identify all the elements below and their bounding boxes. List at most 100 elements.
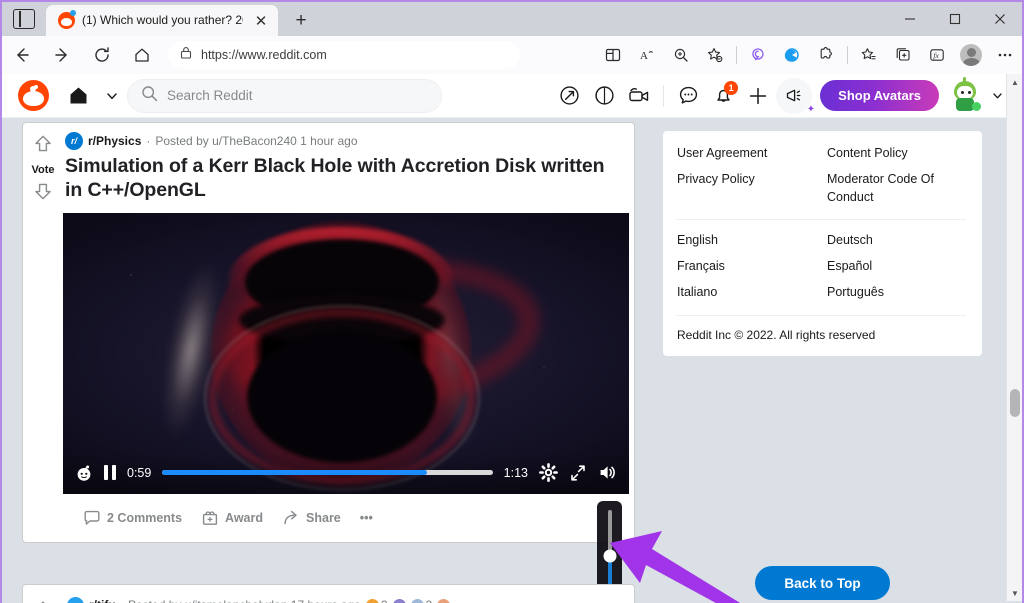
sidebar-divider-2 — [677, 315, 966, 316]
home-icon[interactable] — [59, 77, 97, 115]
read-aloud-icon[interactable]: A — [630, 38, 664, 72]
svg-text:A: A — [640, 50, 648, 62]
chat-icon[interactable] — [671, 79, 705, 113]
avatar — [960, 44, 982, 66]
comments-button[interactable]: 2 Comments — [77, 503, 188, 533]
popular-trending-icon[interactable] — [552, 79, 586, 113]
new-tab-button[interactable]: + — [284, 6, 318, 36]
scroll-up-arrow-icon[interactable]: ▲ — [1007, 74, 1023, 90]
pause-button[interactable] — [104, 465, 116, 480]
post-title[interactable]: Simulation of a Kerr Black Hole with Acc… — [63, 150, 634, 213]
live-video-icon[interactable] — [622, 79, 656, 113]
award-count-1: 2 — [381, 598, 388, 603]
language-francais[interactable]: Français — [677, 258, 827, 276]
shopping-icon[interactable] — [741, 38, 775, 72]
notifications-icon[interactable]: 1 — [706, 79, 740, 113]
collections-icon[interactable] — [886, 38, 920, 72]
chevron-down-icon[interactable] — [97, 77, 127, 115]
profile-icon[interactable] — [954, 38, 988, 72]
link-content-policy[interactable]: Content Policy — [827, 145, 966, 163]
favorites-icon[interactable] — [852, 38, 886, 72]
extensions-icon[interactable] — [809, 38, 843, 72]
settings-more-icon[interactable] — [988, 38, 1022, 72]
math-solver-icon[interactable]: fx — [920, 38, 954, 72]
address-bar[interactable]: https://www.reddit.com — [168, 41, 520, 69]
video-player[interactable]: 0:59 1:13 — [63, 213, 629, 494]
volume-track[interactable] — [608, 510, 612, 590]
shop-avatars-button[interactable]: Shop Avatars — [820, 80, 939, 111]
award-label: Award — [225, 511, 263, 525]
close-window-button[interactable] — [977, 2, 1022, 36]
comments-label: 2 Comments — [107, 511, 182, 525]
browser-toolbar: https://www.reddit.com A — [2, 36, 1022, 74]
post-author-time-2: · Posted by u/itsmelancholydan 17 hours … — [121, 598, 361, 603]
maximize-button[interactable] — [932, 2, 977, 36]
reload-icon[interactable] — [82, 38, 122, 72]
award-button[interactable]: Award — [195, 503, 269, 533]
award-icon-1 — [366, 599, 379, 603]
split-screen-icon[interactable] — [596, 38, 630, 72]
downvote-arrow-icon[interactable] — [32, 180, 54, 207]
minimize-button[interactable] — [887, 2, 932, 36]
post-meta-2: r/tifu · Posted by u/itsmelancholydan 17… — [63, 597, 450, 603]
language-links-grid: English Deutsch Français Español Italian… — [677, 232, 966, 301]
meta-separator: · — [146, 134, 150, 148]
search-input[interactable]: Search Reddit — [127, 79, 442, 113]
create-post-icon[interactable] — [741, 79, 775, 113]
favorites-add-icon[interactable] — [698, 38, 732, 72]
link-privacy-policy[interactable]: Privacy Policy — [677, 171, 827, 207]
post-card: Vote r/ r/Physics · Posted by u/TheBacon… — [22, 122, 635, 543]
avatar-eye-right — [968, 91, 971, 94]
language-deutsch[interactable]: Deutsch — [827, 232, 966, 250]
search-placeholder: Search Reddit — [167, 88, 253, 103]
post-card-secondary[interactable]: r/tifu · Posted by u/itsmelancholydan 17… — [22, 584, 635, 603]
forward-arrow-icon[interactable] — [42, 38, 82, 72]
link-user-agreement[interactable]: User Agreement — [677, 145, 827, 163]
video-progress-bar[interactable] — [162, 470, 492, 475]
edge-copilot-icon[interactable] — [775, 38, 809, 72]
video-duration: 1:13 — [504, 466, 528, 480]
language-english[interactable]: English — [677, 232, 827, 250]
language-portugues[interactable]: Português — [827, 284, 966, 302]
copyright-text: Reddit Inc © 2022. All rights reserved — [677, 328, 966, 342]
tab-actions-button[interactable] — [2, 2, 46, 36]
back-to-top-button[interactable]: Back to Top — [755, 566, 890, 600]
close-icon[interactable]: ✕ — [250, 10, 272, 32]
settings-gear-icon[interactable] — [539, 463, 558, 482]
subreddit-link-2[interactable]: r/tifu — [89, 598, 116, 603]
post-author-time: Posted by u/TheBacon240 1 hour ago — [155, 134, 357, 148]
scrollbar-thumb[interactable] — [1010, 389, 1020, 417]
language-espanol[interactable]: Español — [827, 258, 966, 276]
fullscreen-icon[interactable] — [569, 464, 587, 482]
announcements-icon[interactable] — [776, 78, 812, 114]
reddit-logo[interactable] — [18, 80, 49, 111]
home-icon[interactable] — [122, 38, 162, 72]
reddit-video-logo — [75, 464, 93, 482]
volume-icon[interactable] — [598, 463, 617, 482]
back-arrow-icon[interactable] — [2, 38, 42, 72]
browser-tab[interactable]: (1) Which would you rather? 200 ✕ — [46, 5, 278, 36]
zoom-icon[interactable] — [664, 38, 698, 72]
subreddit-link[interactable]: r/Physics — [88, 134, 141, 148]
scroll-down-arrow-icon[interactable]: ▼ — [1007, 585, 1023, 601]
page-scrollbar[interactable]: ▲ ▼ — [1006, 74, 1022, 601]
volume-slider-handle[interactable] — [603, 549, 616, 562]
policy-links-grid: User Agreement Content Policy Privacy Po… — [677, 145, 966, 206]
upvote-arrow-icon[interactable] — [33, 599, 53, 603]
award-badge-1[interactable]: 2 — [366, 598, 388, 603]
toolbar-icon-group: A f — [596, 38, 1022, 72]
user-avatar[interactable] — [949, 80, 981, 112]
language-italiano[interactable]: Italiano — [677, 284, 827, 302]
page-content: Vote r/ r/Physics · Posted by u/TheBacon… — [2, 118, 1022, 603]
upvote-arrow-icon[interactable] — [32, 133, 54, 160]
award-badge-3[interactable]: 2 — [411, 598, 433, 603]
online-status-dot — [972, 102, 981, 111]
share-button[interactable]: Share — [276, 503, 347, 533]
browser-titlebar: (1) Which would you rather? 200 ✕ + — [2, 2, 1022, 36]
reddit-header-actions: 1 Shop Avatars — [552, 77, 1012, 115]
vote-label: Vote — [31, 164, 54, 176]
coins-icon[interactable] — [587, 79, 621, 113]
link-moderator-code[interactable]: Moderator Code Of Conduct — [827, 171, 966, 207]
notification-badge: 1 — [724, 81, 738, 95]
more-options-button[interactable]: ••• — [354, 505, 379, 531]
